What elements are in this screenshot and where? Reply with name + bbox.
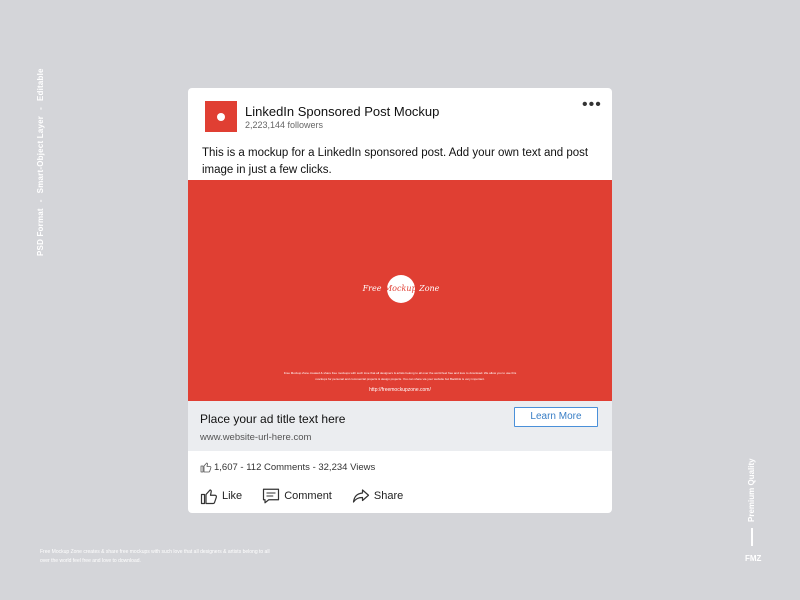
feature-label: Editable xyxy=(36,68,45,102)
brand-word: Free xyxy=(362,284,382,293)
like-button[interactable]: Like xyxy=(200,487,242,505)
more-dots-icon[interactable]: ••• xyxy=(582,96,602,114)
share-label: Share xyxy=(373,490,404,502)
sponsored-post-card: LinkedIn Sponsored Post Mockup 2,223,144… xyxy=(188,88,612,513)
company-logo[interactable] xyxy=(205,101,237,132)
post-header: LinkedIn Sponsored Post Mockup 2,223,144… xyxy=(188,88,612,138)
comment-button[interactable]: Comment xyxy=(262,487,332,505)
post-image[interactable]: Free Mockup Zone Free Mockup Zone create… xyxy=(188,180,612,401)
stats-text: 1,607 - 112 Comments - 32,234 Views xyxy=(214,461,376,473)
brand-word: Mockup xyxy=(383,284,417,293)
divider xyxy=(751,528,753,546)
separator: - xyxy=(36,199,45,203)
post-text: This is a mockup for a LinkedIn sponsore… xyxy=(202,147,589,176)
quality-label: Premium Quality xyxy=(747,458,756,522)
comment-label: Comment xyxy=(284,490,332,502)
footnote: Free Mockup Zone creates & share free mo… xyxy=(40,549,270,564)
image-url: http://freemockupzone.com/ xyxy=(369,387,431,393)
feature-label: Smart-Object Layer xyxy=(36,115,45,194)
brand-word: Zone xyxy=(419,284,440,293)
ad-title[interactable]: Place your ad title text here xyxy=(200,412,345,426)
like-icon xyxy=(200,489,218,505)
feature-label: PSD Format xyxy=(36,208,45,256)
post-actions: Like Comment Share xyxy=(200,486,423,506)
share-icon xyxy=(352,489,369,503)
share-button[interactable]: Share xyxy=(352,487,403,505)
follower-count: 2,223,144 followers xyxy=(245,120,324,130)
learn-more-button[interactable]: Learn More xyxy=(514,407,598,427)
image-fine-print: Free Mockup Zone created & share free mo… xyxy=(283,371,517,381)
engagement-stats[interactable]: 1,607 - 112 Comments - 32,234 Views xyxy=(200,460,375,474)
like-icon xyxy=(200,462,212,473)
comment-icon xyxy=(263,488,280,504)
side-feature-labels: PSD Format - Smart-Object Layer - Editable xyxy=(36,68,45,256)
logo-mark-icon xyxy=(217,112,225,121)
brand-wordmark: Free Mockup Zone xyxy=(348,284,454,293)
company-name[interactable]: LinkedIn Sponsored Post Mockup xyxy=(245,104,439,119)
separator: - xyxy=(36,107,45,110)
brand-logo: FMZ xyxy=(745,554,762,563)
ad-bar[interactable]: Place your ad title text here www.websit… xyxy=(188,401,612,451)
ad-url[interactable]: www.website-url-here.com xyxy=(200,432,311,443)
like-label: Like xyxy=(222,490,243,502)
